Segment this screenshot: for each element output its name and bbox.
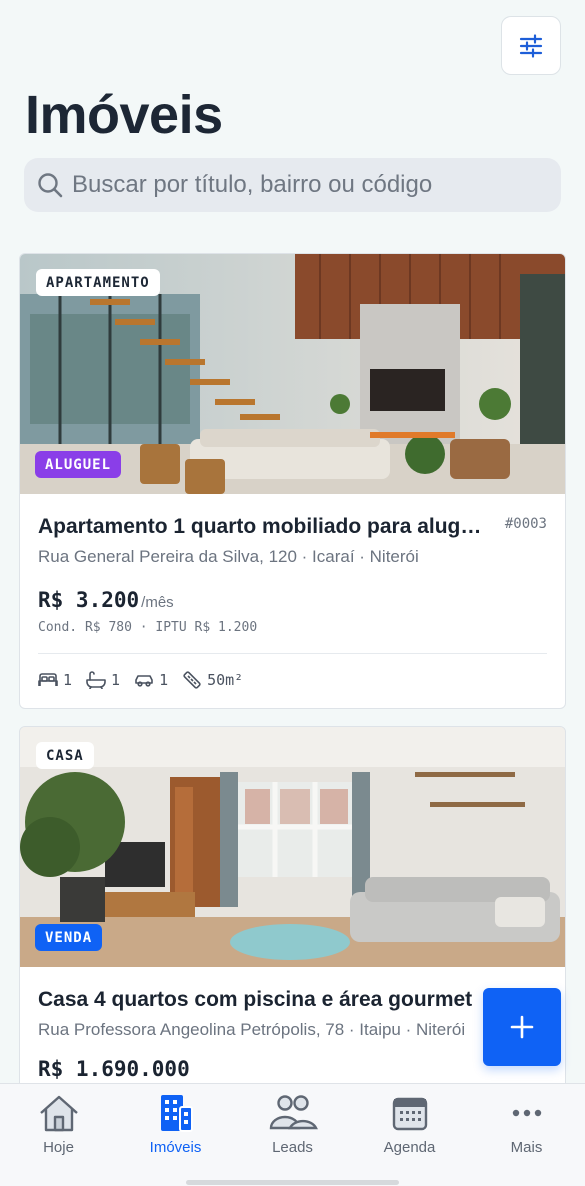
tab-imoveis[interactable]: Imóveis bbox=[117, 1084, 234, 1186]
home-indicator bbox=[186, 1180, 399, 1185]
listing-address: Rua General Pereira da Silva, 120 · Icar… bbox=[38, 547, 419, 566]
bath-icon bbox=[86, 671, 106, 689]
car-icon bbox=[135, 675, 153, 687]
listing-price: R$ 3.200 bbox=[38, 588, 140, 612]
listing-address: Rua Professora Angeolina Petrópolis, 78 … bbox=[38, 1020, 466, 1039]
ruler-icon bbox=[183, 671, 201, 689]
price-suffix: /mês bbox=[141, 594, 174, 611]
page-title: Imóveis bbox=[25, 85, 223, 145]
property-type-badge: CASA bbox=[36, 742, 94, 769]
listing-price: R$ 1.690.000 bbox=[38, 1057, 190, 1081]
search-bar[interactable] bbox=[24, 158, 561, 212]
sliders-icon bbox=[519, 33, 543, 58]
deal-type-badge: VENDA bbox=[35, 924, 103, 951]
plus-icon bbox=[510, 1015, 534, 1039]
home-icon bbox=[39, 1095, 78, 1132]
building-icon bbox=[160, 1095, 193, 1132]
listing-card[interactable]: APARTAMENTO ALUGUEL Apartamento 1 quarto… bbox=[19, 253, 566, 709]
listing-photo: CASA VENDA bbox=[20, 727, 565, 967]
filter-button[interactable] bbox=[501, 16, 561, 75]
area-value: 50m² bbox=[207, 671, 244, 689]
tab-label: Leads bbox=[272, 1139, 313, 1156]
tab-mais[interactable]: Mais bbox=[468, 1084, 585, 1186]
search-icon bbox=[38, 173, 63, 198]
tab-leads[interactable]: Leads bbox=[234, 1084, 351, 1186]
calendar-icon bbox=[392, 1097, 427, 1131]
bathrooms-count: 1 bbox=[111, 671, 121, 689]
deal-type-badge: ALUGUEL bbox=[35, 451, 122, 478]
parking-feature: 1 bbox=[134, 671, 168, 689]
area-feature: 50m² bbox=[182, 670, 243, 690]
add-listing-button[interactable] bbox=[483, 988, 561, 1066]
listing-code: #0003 bbox=[504, 516, 547, 532]
bathrooms-feature: 1 bbox=[86, 671, 120, 689]
tab-label: Mais bbox=[510, 1139, 543, 1156]
bedrooms-feature: 1 bbox=[38, 671, 72, 689]
tab-bar: Hoje Imóveis Leads Agenda Mais bbox=[0, 1083, 585, 1186]
users-icon bbox=[269, 1095, 318, 1130]
tab-label: Agenda bbox=[383, 1139, 436, 1156]
listing-photo: APARTAMENTO ALUGUEL bbox=[20, 254, 565, 494]
parking-count: 1 bbox=[159, 671, 169, 689]
bedrooms-count: 1 bbox=[63, 671, 73, 689]
listing-title: Casa 4 quartos com piscina e área gourme… bbox=[38, 988, 473, 1011]
tab-label: Imóveis bbox=[149, 1139, 202, 1156]
more-icon bbox=[512, 1109, 541, 1117]
tab-label: Hoje bbox=[43, 1139, 74, 1156]
tab-hoje[interactable]: Hoje bbox=[0, 1084, 117, 1186]
bed-icon bbox=[38, 673, 58, 686]
listing-title: Apartamento 1 quarto mobiliado para alug… bbox=[38, 515, 483, 538]
listing-features: 1 1 1 50m² bbox=[38, 654, 547, 706]
tab-agenda[interactable]: Agenda bbox=[351, 1084, 468, 1186]
search-input[interactable] bbox=[72, 171, 552, 199]
property-type-badge: APARTAMENTO bbox=[36, 269, 160, 296]
listing-fees: Cond. R$ 780 · IPTU R$ 1.200 bbox=[38, 620, 258, 635]
